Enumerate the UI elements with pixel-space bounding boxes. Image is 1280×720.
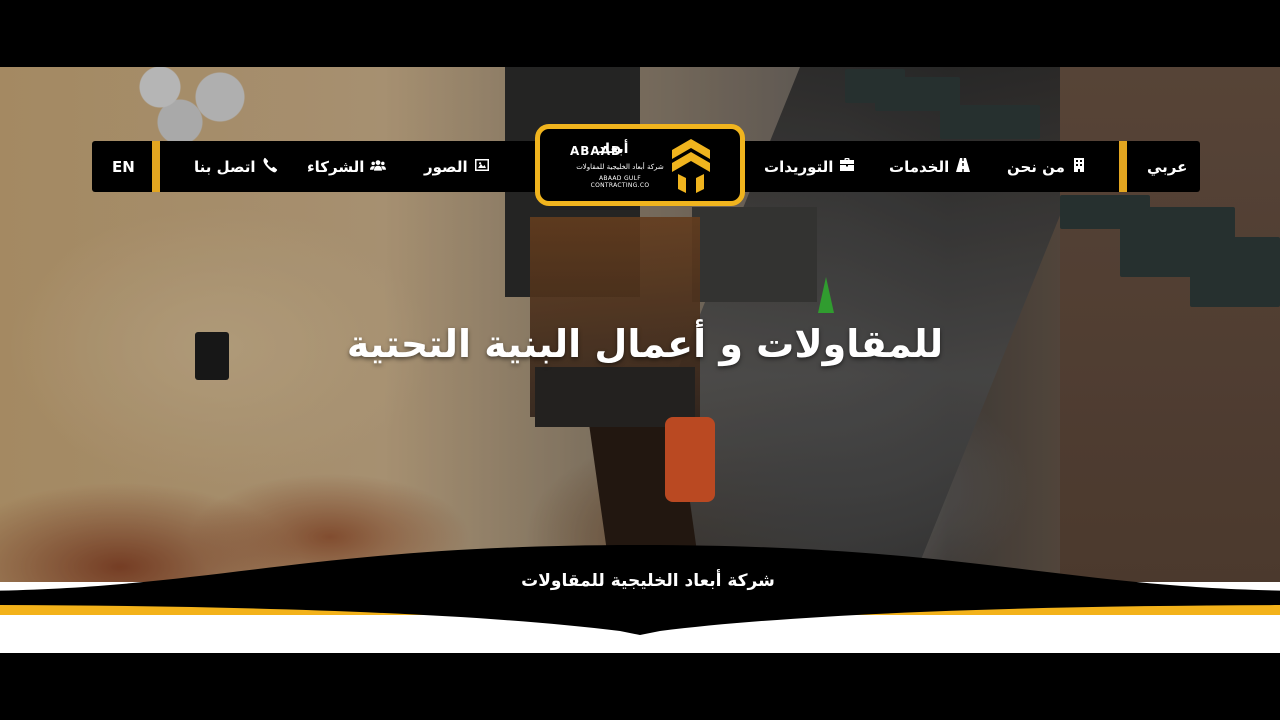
- nav-separator-left: [152, 141, 160, 192]
- logo-english-name: ABAAD: [570, 144, 622, 158]
- nav-item-partners-label: الشركاء: [307, 157, 365, 176]
- nav-item-gallery-label: الصور: [424, 157, 468, 176]
- hero-headline: للمقاولات و أعمال البنية التحتية: [346, 322, 944, 366]
- nav-item-services-label: الخدمات: [889, 157, 950, 176]
- nav-item-contact-label: اتصل بنا: [194, 157, 256, 176]
- logo-english-subtitle: ABAAD GULF CONTRACTING.CO: [590, 175, 650, 189]
- nav-item-supplies[interactable]: التوريدات: [764, 141, 855, 192]
- logo-mark-icon: [672, 139, 710, 193]
- nav-lang-english[interactable]: EN: [112, 141, 135, 192]
- users-icon: [370, 157, 387, 177]
- nav-separator-right: [1119, 141, 1127, 192]
- nav-item-gallery[interactable]: الصور: [424, 141, 490, 192]
- nav-lang-arabic[interactable]: عربي: [1147, 141, 1187, 192]
- nav-item-supplies-label: التوريدات: [764, 157, 834, 176]
- nav-item-about[interactable]: من نحن: [1007, 141, 1087, 192]
- hero-tagline: شركة أبعاد الخليجية للمقاولات: [521, 571, 775, 591]
- nav-item-services[interactable]: الخدمات: [889, 141, 971, 192]
- nav-lang-arabic-label: عربي: [1147, 157, 1188, 176]
- building-icon: [1071, 157, 1087, 177]
- company-logo[interactable]: أبعاد ABAAD شركة أبعاد الخليجية للمقاولا…: [535, 124, 745, 206]
- logo-arabic-subtitle: شركة أبعاد الخليجية للمقاولات: [576, 163, 664, 171]
- image-icon: [474, 157, 490, 177]
- nav-item-about-label: من نحن: [1007, 157, 1065, 176]
- road-icon: [955, 157, 971, 177]
- briefcase-icon: [839, 157, 855, 177]
- phone-icon: [262, 157, 278, 177]
- nav-lang-english-label: EN: [112, 157, 135, 176]
- nav-item-contact[interactable]: اتصل بنا: [194, 141, 278, 192]
- website-viewport: عربي من نحن الخدمات التوريدات الصور الشر…: [0, 67, 1280, 653]
- nav-item-partners[interactable]: الشركاء: [307, 141, 387, 192]
